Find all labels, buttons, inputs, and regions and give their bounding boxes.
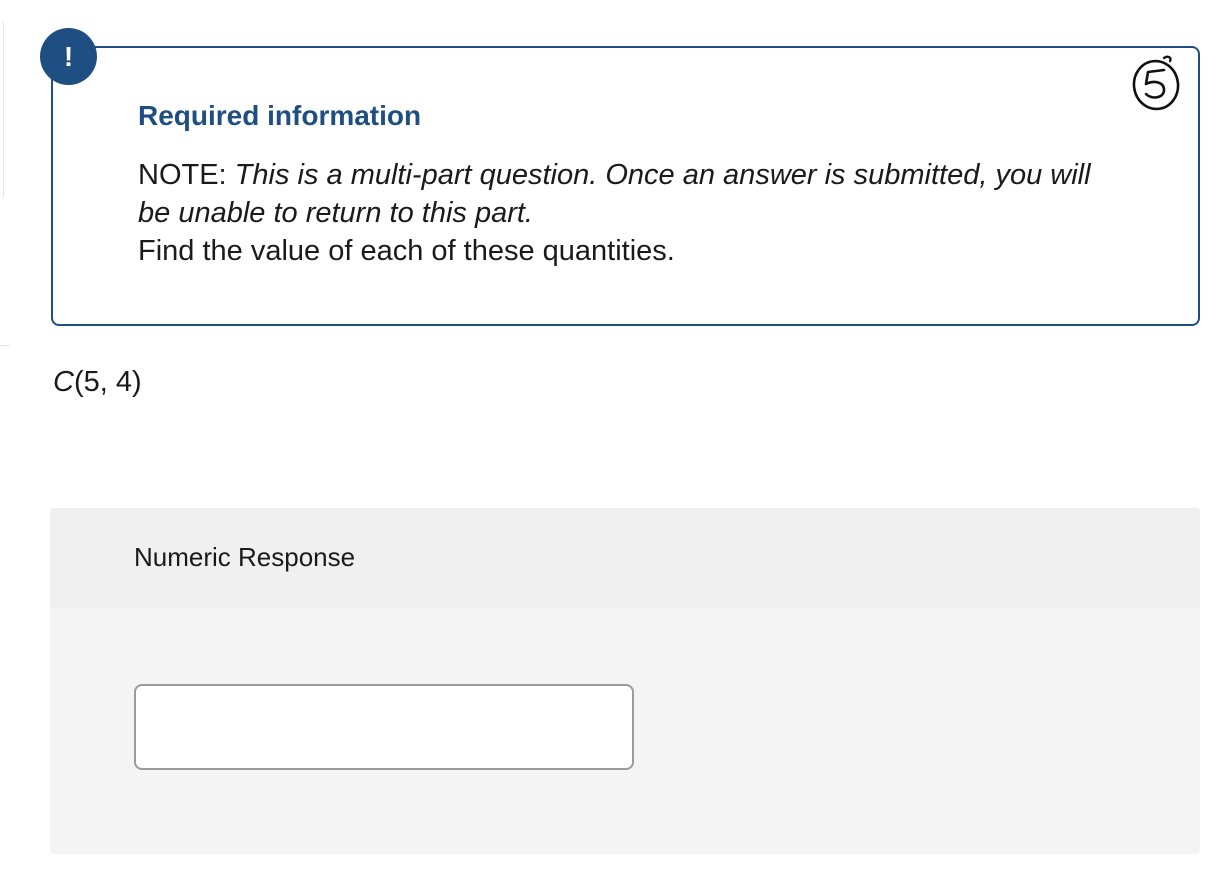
question-page: ! Required information NOTE: This is a m… (0, 0, 1230, 873)
left-edge-divider-bottom (0, 345, 10, 346)
card-heading: Required information (138, 100, 422, 131)
note-prefix: NOTE: (138, 159, 235, 191)
function-name: C (53, 366, 74, 398)
required-info-card: Required information NOTE: This is a mul… (51, 46, 1200, 326)
note-text: This is a multi-part question. Once an a… (138, 159, 1091, 229)
left-edge-divider (0, 20, 4, 200)
response-header: Numeric Response (50, 508, 1200, 608)
numeric-answer-input[interactable] (134, 684, 634, 770)
response-label: Numeric Response (134, 542, 356, 572)
handwritten-circled-5-icon (1132, 55, 1180, 111)
alert-icon: ! (40, 28, 97, 85)
function-arguments: (5, 4) (73, 366, 142, 398)
instruction-text: Find the value of each of these quantiti… (138, 235, 675, 267)
numeric-response-panel: Numeric Response (50, 508, 1200, 854)
question-expression: C(5, 4) (53, 366, 142, 399)
card-body: NOTE: This is a multi-part question. Onc… (138, 156, 1128, 270)
